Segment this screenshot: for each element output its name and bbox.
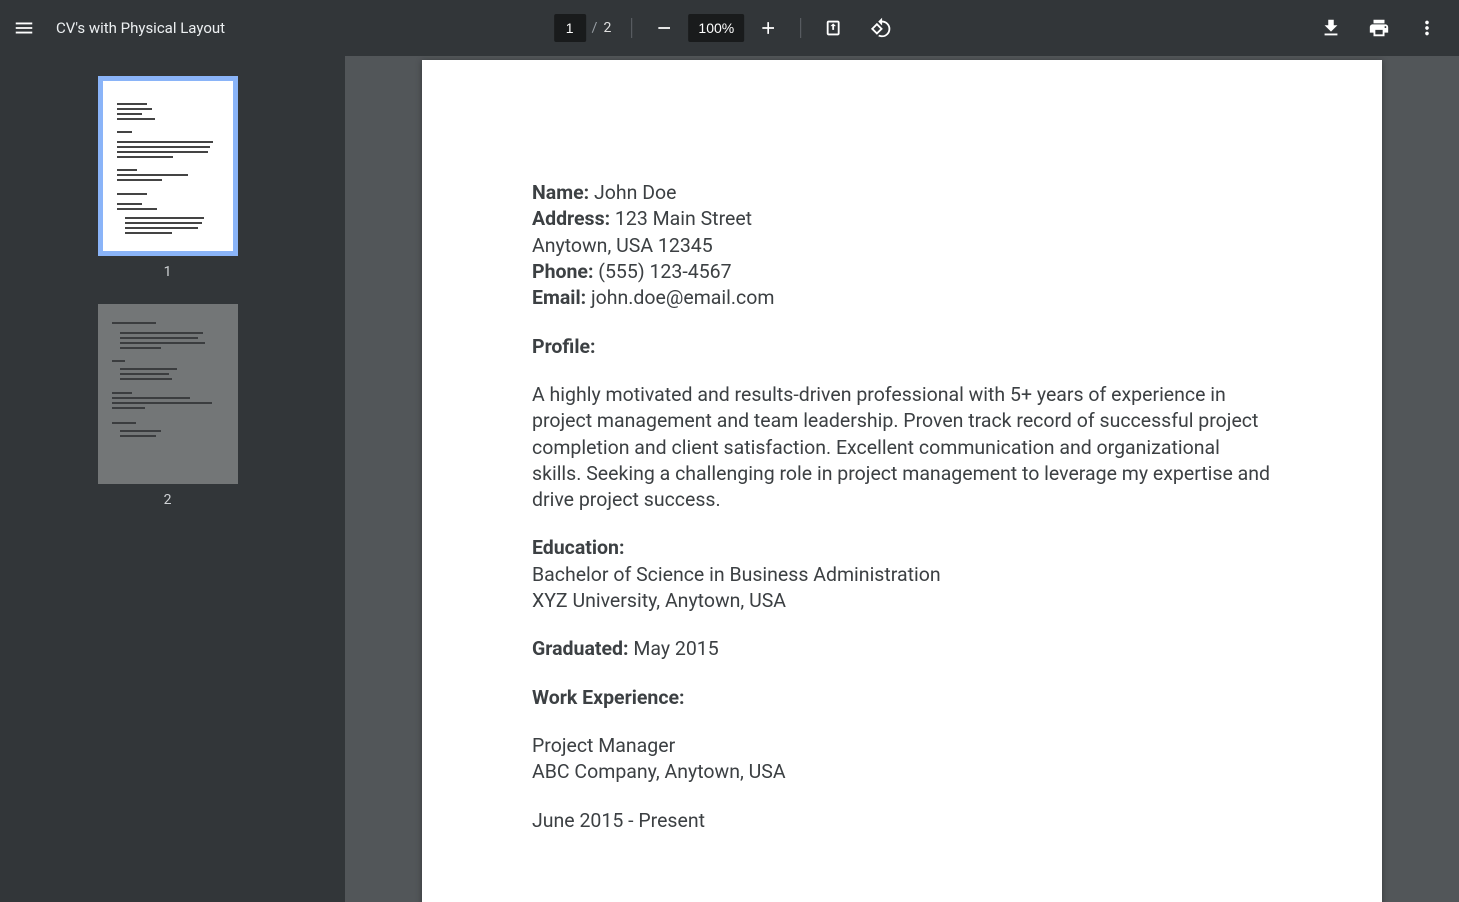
thumbnail-page-1[interactable] [98, 76, 238, 256]
graduated-date: May 2015 [629, 637, 719, 660]
label-education: Education: [532, 536, 624, 559]
job1-title: Project Manager [532, 733, 1272, 759]
separator [800, 18, 801, 38]
label-phone: Phone: [532, 260, 593, 283]
fit-page-button[interactable] [813, 8, 853, 48]
thumbnail-sidebar[interactable]: 1 [0, 56, 345, 902]
zoom-input[interactable] [688, 14, 744, 42]
job1-company: ABC Company, Anytown, USA [532, 759, 1272, 785]
label-name: Name: [532, 181, 589, 204]
menu-icon[interactable] [4, 8, 44, 48]
value-name: John Doe [589, 181, 676, 204]
zoom-out-button[interactable] [644, 8, 684, 48]
download-button[interactable] [1311, 8, 1351, 48]
label-graduated: Graduated: [532, 637, 629, 660]
value-address-line1: 123 Main Street [610, 207, 752, 230]
print-button[interactable] [1359, 8, 1399, 48]
label-profile: Profile: [532, 335, 596, 358]
page-number-input[interactable] [554, 14, 586, 42]
zoom-in-button[interactable] [748, 8, 788, 48]
toolbar-right [1307, 8, 1459, 48]
label-email: Email: [532, 286, 586, 309]
label-address: Address: [532, 207, 610, 230]
education-degree: Bachelor of Science in Business Administ… [532, 562, 1272, 588]
document-title: CV's with Physical Layout [56, 19, 225, 37]
value-email: john.doe@email.com [586, 286, 774, 309]
pdf-toolbar: CV's with Physical Layout / 2 [0, 0, 1459, 56]
document-scroll-area[interactable]: Name: John Doe Address: 123 Main Street … [345, 56, 1459, 902]
document-viewer: Name: John Doe Address: 123 Main Street … [345, 56, 1459, 902]
label-work-experience: Work Experience: [532, 686, 685, 709]
rotate-button[interactable] [861, 8, 901, 48]
toolbar-center: / 2 [554, 0, 906, 56]
profile-text: A highly motivated and results-driven pr… [532, 382, 1272, 514]
thumbnail-number: 1 [164, 264, 172, 280]
thumbnail-page-2[interactable] [98, 304, 238, 484]
separator [631, 18, 632, 38]
thumbnail-number: 2 [164, 492, 172, 508]
value-phone: (555) 123-4567 [593, 260, 731, 283]
document-page-1: Name: John Doe Address: 123 Main Street … [422, 60, 1382, 902]
job1-dates: June 2015 - Present [532, 808, 1272, 834]
education-school: XYZ University, Anytown, USA [532, 588, 1272, 614]
page-separator: / [592, 20, 598, 36]
value-address-line2: Anytown, USA 12345 [532, 233, 1272, 259]
more-options-button[interactable] [1407, 8, 1447, 48]
page-total: 2 [603, 20, 611, 36]
